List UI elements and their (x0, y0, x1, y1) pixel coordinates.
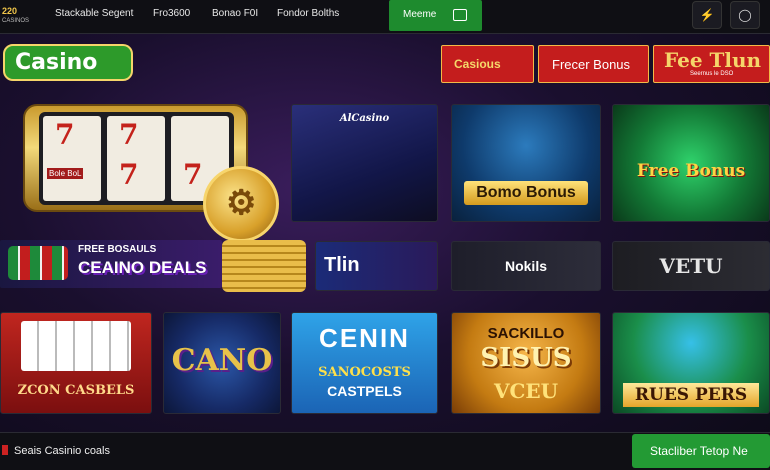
game-tile-title: Tlin (324, 254, 360, 276)
game-tile-alcasino[interactable]: AlCasino (291, 104, 438, 222)
deals-kicker: FREE BOSAULS (78, 244, 157, 255)
reel-symbol: 7 (119, 158, 139, 191)
reel-symbol: 7 (55, 118, 75, 151)
user-icon[interactable]: ◯ (730, 1, 760, 29)
slot-reel: 7 Bole BoL (43, 116, 101, 201)
tab-casious-label: Casious (454, 57, 501, 71)
tab-feature[interactable]: Fee Tlun Seernus le DSO (653, 45, 770, 83)
game-tile-nokils[interactable]: Nokils (451, 241, 601, 291)
chips-icon (8, 246, 68, 280)
lightning-icon[interactable]: ⚡ (692, 1, 722, 29)
game-tile-vetu[interactable]: VETU (612, 241, 770, 291)
game-tile-sisus[interactable]: SACKILLO SISUS VCEU (451, 312, 601, 414)
game-tile-zcon[interactable]: ZCON CASBELS (0, 312, 152, 414)
nav-link-fondor[interactable]: Fondor Bolths (277, 8, 339, 19)
tab-frecer-bonus[interactable]: Frecer Bonus (538, 45, 649, 83)
game-tile-title: CENIN (319, 323, 410, 353)
nav-link-bonao[interactable]: Bonao F0I (212, 8, 258, 19)
game-tile-tlin[interactable]: Tlin (315, 241, 438, 291)
bottom-bar-label[interactable]: Seais Casinio coals (14, 445, 110, 457)
game-tile-title: Nokils (504, 258, 547, 274)
reel-symbol: 7 (183, 158, 203, 191)
game-tile-title: AlCasino (339, 113, 390, 124)
cta-button-label: Stacliber Tetop Ne (650, 444, 748, 458)
site-logo-number: 220 (2, 6, 18, 16)
game-tile-title: Free Bonus (636, 161, 746, 181)
game-tile-bomo-bonus[interactable]: Bomo Bonus (451, 104, 601, 222)
tab-casious[interactable]: Casious (441, 45, 534, 83)
cta-button[interactable]: Stacliber Tetop Ne (632, 434, 770, 468)
reel-label: Bole BoL (47, 168, 84, 179)
game-tile-title: Bomo Bonus (464, 181, 588, 205)
game-tile-title: SISUS (480, 343, 572, 373)
tab-feature-subtitle: Seernus le DSO (690, 71, 734, 77)
site-logo[interactable]: 220 CASINOS (2, 4, 30, 28)
reel-symbol: 7 (119, 118, 139, 151)
slot-reel: 7 7 (107, 116, 165, 201)
game-tile-kicker: SACKILLO (487, 325, 565, 342)
game-tile-caption: CASTPELS (327, 383, 402, 399)
game-tile-title: CANO (171, 343, 273, 378)
casino-logo[interactable]: Casino (3, 44, 133, 81)
site-logo-caption: CASINOS (2, 18, 30, 24)
tab-frecer-bonus-label: Frecer Bonus (552, 57, 631, 72)
game-tile-cenin[interactable]: CENIN SANOCOSTS CASTPELS (291, 312, 438, 414)
menu-button-label: Meeme (403, 9, 437, 20)
deals-title: CEAINO DEALS (78, 258, 207, 277)
casino-deals-banner[interactable]: FREE BOSAULS CEAINO DEALS (0, 240, 222, 288)
top-navigation: 220 CASINOS Stackable Segent Fro3600 Bon… (0, 0, 770, 34)
nav-link-stackable[interactable]: Stackable Segent (55, 8, 133, 19)
nav-link-fro[interactable]: Fro3600 (153, 8, 190, 19)
menu-button[interactable]: Meeme (389, 0, 482, 31)
playing-cards-icon (21, 321, 131, 371)
game-tile-subtitle: SANOCOSTS (318, 365, 411, 380)
casino-logo-text: Casino (15, 50, 98, 75)
gold-coin-icon: ⚙ (203, 166, 279, 242)
game-tile-title: ZCON CASBELS (17, 383, 135, 398)
tab-feature-title: Fee Tlun (664, 48, 762, 72)
game-tile-cano[interactable]: CANO (163, 312, 281, 414)
wallet-icon (453, 9, 467, 21)
game-tile-title: RUES PERS (623, 383, 759, 407)
game-tile-free-bonus[interactable]: Free Bonus (612, 104, 770, 222)
game-tile-rues-pers[interactable]: RUES PERS (612, 312, 770, 414)
game-tile-title: VETU (659, 254, 723, 278)
flag-icon (2, 445, 8, 455)
coin-stack-icon (222, 240, 306, 292)
game-tile-caption: VCEU (493, 379, 559, 403)
